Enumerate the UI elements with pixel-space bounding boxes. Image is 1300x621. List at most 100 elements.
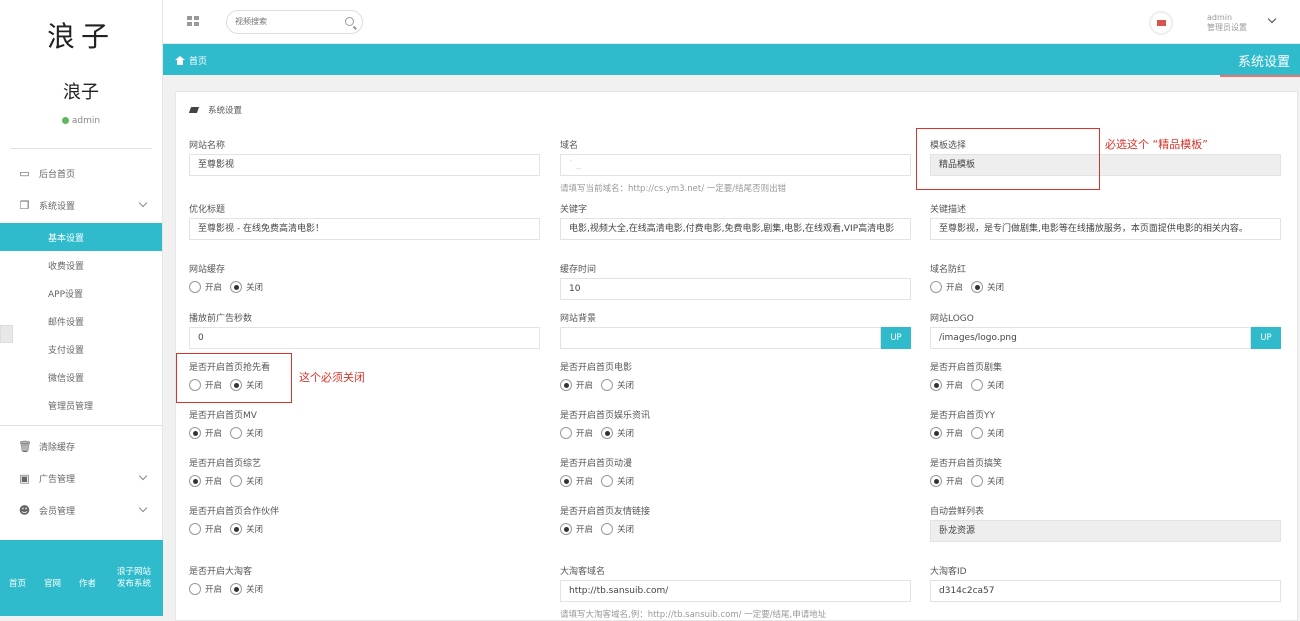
series-on-radio[interactable]: 开启	[930, 379, 963, 391]
cache-time-input[interactable]: 10	[560, 278, 911, 300]
mail-icon[interactable]	[1150, 12, 1172, 34]
sidebar-subitem-mail[interactable]: 邮件设置	[0, 307, 162, 335]
breadcrumb: 首页 系统设置	[163, 44, 1300, 75]
title-underline	[1220, 75, 1300, 77]
footer-link-system[interactable]: 浪子网站发布系统	[114, 566, 154, 590]
ad-seconds-field: 播放前广告秒数 0	[189, 311, 540, 349]
partners-field: 是否开启首页合作伙伴 开启 关闭	[189, 507, 280, 535]
background-input[interactable]	[560, 327, 881, 349]
profile: 浪子 admin	[0, 70, 162, 126]
taoke-id-field: 大淘客ID d314c2ca57	[930, 564, 1281, 602]
chevron-down-icon	[138, 471, 148, 481]
copy-icon: ❐	[19, 198, 30, 212]
template-highlight-box	[916, 128, 1100, 190]
movie-on-radio[interactable]: 开启	[560, 379, 593, 391]
ent-news-off-radio[interactable]: 关闭	[601, 427, 634, 439]
cache-field: 网站缓存 开启 关闭	[189, 265, 264, 293]
domain-input[interactable]: ` _	[560, 154, 911, 176]
sidebar-item-dashboard[interactable]: ▭ 后台首页	[0, 157, 162, 189]
sidebar-item-system-settings[interactable]: ❐ 系统设置	[0, 189, 162, 221]
taoke-domain-input[interactable]: http://tb.sansuib.com/	[560, 580, 911, 602]
anime-on-radio[interactable]: 开启	[560, 475, 593, 487]
anti-red-on-radio[interactable]: 开启	[930, 281, 963, 293]
divider	[10, 148, 152, 149]
partners-off-radio[interactable]: 关闭	[230, 523, 263, 535]
ad-seconds-input[interactable]: 0	[189, 327, 540, 349]
movie-off-radio[interactable]: 关闭	[601, 379, 634, 391]
sidebar-item-members[interactable]: ☻ 会员管理	[0, 494, 162, 526]
description-input[interactable]: 至尊影视，是专门做剧集,电影等在线播放服务，本页面提供电影的相关内容。	[930, 218, 1281, 240]
sidebar-collapse-handle[interactable]	[0, 325, 13, 343]
footer-link-official[interactable]: 官网	[44, 578, 61, 590]
grid-icon[interactable]	[187, 16, 201, 28]
sidebar-item-ads[interactable]: ▣ 广告管理	[0, 462, 162, 494]
footer-links: 首页 官网 作者 浪子网站发布系统	[0, 566, 163, 590]
cache-on-radio[interactable]: 开启	[189, 281, 222, 293]
movie-field: 是否开启首页电影 开启 关闭	[560, 363, 635, 391]
yy-field: 是否开启首页YY 开启 关闭	[930, 411, 1005, 439]
taoke-off-radio[interactable]: 关闭	[230, 583, 263, 595]
breadcrumb-home[interactable]: 首页	[175, 54, 207, 67]
sidebar-item-label: 会员管理	[39, 506, 76, 517]
home-icon	[175, 56, 185, 65]
mv-on-radio[interactable]: 开启	[189, 427, 222, 439]
yy-on-radio[interactable]: 开启	[930, 427, 963, 439]
sidebar-subitem-basic[interactable]: 基本设置	[0, 223, 162, 251]
upload-logo-button[interactable]: UP	[1251, 327, 1281, 349]
funny-on-radio[interactable]: 开启	[930, 475, 963, 487]
taoke-field: 是否开启大淘客 开启 关闭	[189, 567, 264, 595]
sidebar-subitem-payment[interactable]: 支付设置	[0, 335, 162, 363]
description-field: 关键描述 至尊影视，是专门做剧集,电影等在线播放服务，本页面提供电影的相关内容。	[930, 202, 1281, 240]
partners-on-radio[interactable]: 开启	[189, 523, 222, 535]
footer-link-author[interactable]: 作者	[79, 578, 96, 590]
site-name-input[interactable]: 至尊影视	[189, 154, 540, 176]
footer-link-home[interactable]: 首页	[9, 578, 26, 590]
laptop-icon: ▭	[19, 166, 30, 180]
search-box	[226, 10, 363, 34]
search-icon[interactable]	[345, 17, 354, 26]
logo-input[interactable]: /images/logo.png	[930, 327, 1251, 349]
logo-field: 网站LOGO /images/logo.png UP	[930, 311, 1281, 349]
anime-off-radio[interactable]: 关闭	[601, 475, 634, 487]
user-menu[interactable]: admin 管理员设置	[1207, 13, 1247, 33]
search-input[interactable]	[235, 17, 335, 26]
upload-background-button[interactable]: UP	[881, 327, 911, 349]
site-name-field: 网站名称 至尊影视	[189, 138, 540, 176]
friend-links-off-radio[interactable]: 关闭	[601, 523, 634, 535]
variety-off-radio[interactable]: 关闭	[230, 475, 263, 487]
divider	[0, 425, 162, 426]
funny-off-radio[interactable]: 关闭	[971, 475, 1004, 487]
variety-on-radio[interactable]: 开启	[189, 475, 222, 487]
sidebar-subitem-fees[interactable]: 收费设置	[0, 251, 162, 279]
chevron-down-icon	[138, 503, 148, 513]
taoke-on-radio[interactable]: 开启	[189, 583, 222, 595]
sidebar: 浪子 浪子 admin ▭ 后台首页 ❐ 系统设置 基本设置 收费设置 APP设…	[0, 0, 163, 616]
user-name: admin	[1207, 13, 1233, 22]
anti-red-field: 域名防红 开启 关闭	[930, 265, 1005, 293]
friend-links-on-radio[interactable]: 开启	[560, 523, 593, 535]
taoke-id-input[interactable]: d314c2ca57	[930, 580, 1281, 602]
cache-off-radio[interactable]: 关闭	[230, 281, 263, 293]
sidebar-subitem-admins[interactable]: 管理员管理	[0, 391, 162, 419]
seo-title-input[interactable]: 至尊影视 - 在线免费高清电影！	[189, 218, 540, 240]
keywords-input[interactable]: 电影,视频大全,在线高清电影,付费电影,免费电影,剧集,电影,在线观看,VIP高…	[560, 218, 911, 240]
series-off-radio[interactable]: 关闭	[971, 379, 1004, 391]
mv-off-radio[interactable]: 关闭	[230, 427, 263, 439]
profile-status: admin	[0, 116, 162, 126]
panel-title: 系统设置	[188, 104, 242, 116]
auto-list-select[interactable]: 卧龙资源	[930, 520, 1281, 542]
sidebar-item-clear-cache[interactable]: 🗑 清除缓存	[0, 430, 162, 462]
users-icon: ☻	[18, 503, 31, 517]
anti-red-off-radio[interactable]: 关闭	[971, 281, 1004, 293]
tags-icon	[188, 107, 200, 113]
sidebar-subitem-app[interactable]: APP设置	[0, 279, 162, 307]
yy-off-radio[interactable]: 关闭	[971, 427, 1004, 439]
ent-news-on-radio[interactable]: 开启	[560, 427, 593, 439]
sidebar-subitem-wechat[interactable]: 微信设置	[0, 363, 162, 391]
chevron-down-icon[interactable]	[1267, 14, 1277, 24]
image-icon: ▣	[19, 471, 30, 485]
friend-links-field: 是否开启首页友情链接 开启 关闭	[560, 507, 651, 535]
series-field: 是否开启首页剧集 开启 关闭	[930, 363, 1005, 391]
variety-field: 是否开启首页综艺 开启 关闭	[189, 459, 264, 487]
template-annotation: 必选这个 “精品模板”	[1105, 138, 1208, 151]
